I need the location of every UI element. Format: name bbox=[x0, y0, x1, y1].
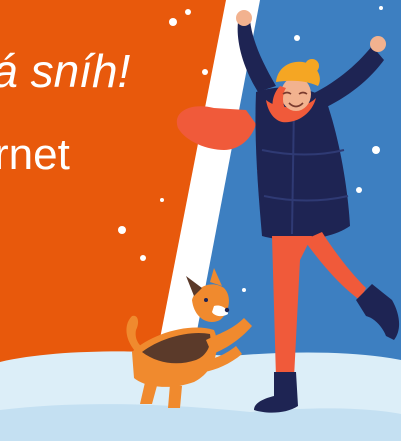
snowflake-icon bbox=[211, 202, 217, 208]
right-hand bbox=[370, 36, 386, 52]
snowflake-icon bbox=[242, 288, 246, 292]
snowflake-icon bbox=[356, 187, 362, 193]
snowflake-icon bbox=[202, 69, 208, 75]
subheadline: rnet bbox=[0, 130, 70, 179]
hat-pompom bbox=[305, 59, 319, 73]
dog-eye bbox=[204, 298, 208, 302]
snowflake-icon bbox=[185, 9, 191, 15]
snow-shadow bbox=[0, 404, 401, 441]
dog-nose bbox=[224, 307, 230, 313]
promo-banner[interactable]: lá sníh! rnet bbox=[0, 0, 401, 441]
headline: lá sníh! bbox=[0, 45, 131, 97]
snowflake-icon bbox=[379, 6, 383, 10]
dog-back-leg-2 bbox=[168, 384, 182, 408]
snowflake-icon bbox=[372, 146, 380, 154]
left-hand bbox=[236, 10, 252, 26]
snowflake-icon bbox=[294, 35, 300, 41]
snowflake-icon bbox=[118, 226, 126, 234]
snowflake-icon bbox=[169, 18, 177, 26]
snowflake-icon bbox=[160, 198, 164, 202]
snowflake-icon bbox=[140, 255, 146, 261]
